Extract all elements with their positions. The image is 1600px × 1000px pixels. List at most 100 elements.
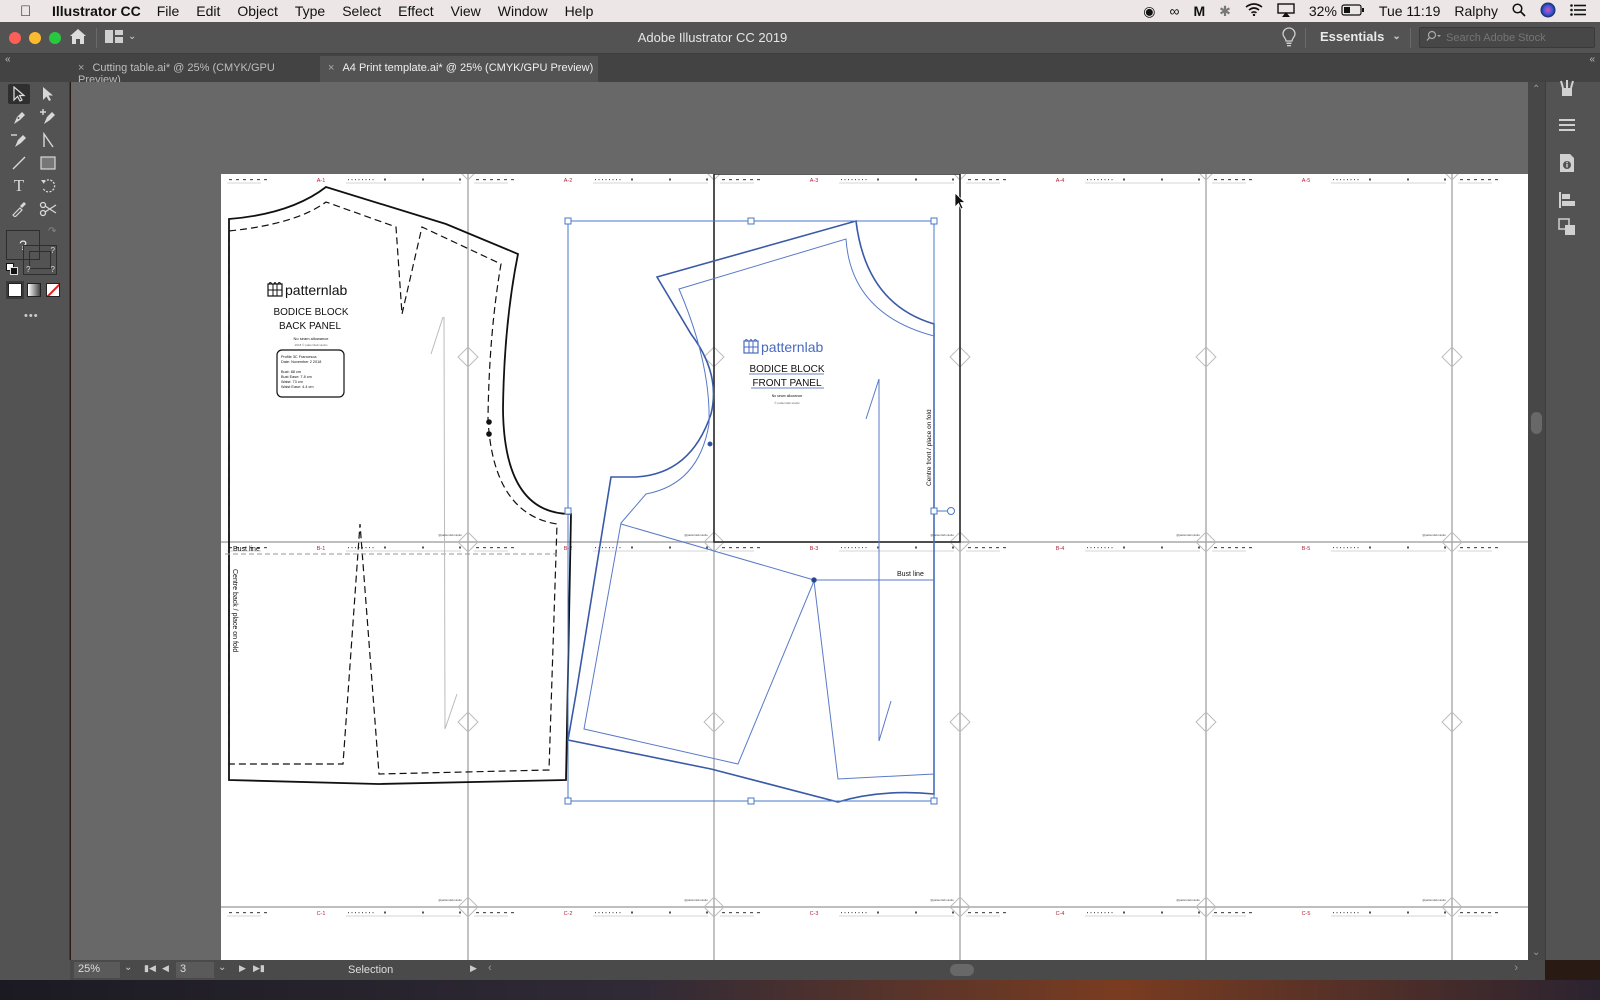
menu-object[interactable]: Object [237, 3, 277, 19]
pathfinder-panel-icon[interactable] [1554, 216, 1580, 238]
back-note: No seam allowance [294, 336, 330, 341]
delete-anchor-point-tool[interactable] [8, 130, 30, 150]
right-panel-dock [1545, 80, 1600, 960]
stroke-unknown-label: ? [50, 265, 55, 274]
wifi-icon[interactable] [1245, 3, 1263, 19]
vertical-scrollbar[interactable]: ⌃ ⌄ [1528, 82, 1545, 960]
battery-icon[interactable] [1341, 3, 1365, 19]
tools-panel: T ? ? ? ? ↷ ••• [0, 82, 70, 960]
adobe-stock-search[interactable] [1419, 27, 1595, 48]
scroll-right-icon[interactable]: › [1514, 962, 1518, 974]
stroke-unknown-label: ? [26, 265, 31, 274]
gradient-mode-button[interactable] [27, 283, 41, 297]
horizontal-scrollbar[interactable]: ‹ › [480, 960, 1528, 980]
menu-select[interactable]: Select [342, 3, 381, 19]
back-grainline [443, 316, 446, 730]
canvas-area[interactable]: A-1 A-2 A-3 A-4 A-5 B-1 B-2 B-3 B-4 B-5 C-1 C-2 C-3 C… [71, 82, 1528, 960]
status-tool-label: Selection [348, 964, 394, 976]
airplay-icon[interactable] [1277, 2, 1295, 20]
workspace-switcher[interactable]: Essentials ⌄ [1320, 29, 1401, 44]
rectangle-tool[interactable] [37, 153, 59, 173]
artboard-dropdown-icon[interactable]: ⌄ [218, 962, 226, 973]
document-info-panel-icon[interactable] [1554, 152, 1580, 174]
none-mode-button[interactable] [46, 283, 60, 297]
back-panel-stitchline [228, 201, 558, 775]
libraries-panel-icon[interactable] [1554, 77, 1580, 99]
menu-effect[interactable]: Effect [398, 3, 434, 19]
grainline-arrow [865, 378, 880, 420]
screen-record-icon[interactable]: ◉ [1143, 3, 1155, 20]
tile-ruler [1212, 178, 1446, 184]
search-input[interactable] [1446, 31, 1586, 44]
tile-page-label: B-5 [1302, 546, 1311, 552]
rotate-tool[interactable] [37, 176, 59, 196]
collapse-panels-left-icon[interactable]: « [5, 54, 11, 65]
stroke-swatch[interactable]: ? ? ? [23, 245, 57, 275]
properties-panel-icon[interactable] [1554, 114, 1580, 136]
menu-file[interactable]: File [157, 3, 180, 19]
creative-cloud-icon[interactable]: ∞ [1169, 3, 1179, 19]
stroke-unknown-label: ? [50, 246, 55, 255]
zoom-dropdown-icon[interactable]: ⌄ [124, 962, 132, 973]
clock[interactable]: Tue 11:19 [1379, 3, 1441, 19]
apple-menu-icon[interactable]:  [20, 3, 38, 20]
lightbulb-icon[interactable] [1282, 27, 1296, 52]
add-anchor-point-tool[interactable] [37, 107, 59, 127]
color-mode-button[interactable] [6, 281, 24, 299]
back-panel-pattern [225, 186, 572, 785]
pen-tool[interactable] [8, 107, 30, 127]
info-line: Bust Ease: 7.8 cm [281, 375, 312, 379]
align-panel-icon[interactable] [1554, 189, 1580, 211]
previous-artboard-button[interactable]: ◀ [162, 963, 169, 974]
next-artboard-button[interactable]: ▶ [239, 963, 246, 974]
line-segment-tool[interactable] [8, 153, 30, 173]
bluetooth-icon[interactable]: ✱ [1219, 3, 1231, 20]
scroll-thumb[interactable] [1531, 412, 1542, 434]
front-note: No seam allowance [772, 394, 803, 398]
close-tab-icon[interactable]: × [328, 62, 334, 74]
back-panel-labels: patternlab BODICE BLOCK BACK PANEL No se… [231, 282, 349, 652]
menu-type[interactable]: Type [295, 3, 325, 19]
tile-ruler [1458, 547, 1498, 552]
swap-fill-stroke-icon[interactable]: ↷ [48, 226, 56, 237]
anchor-point-tool[interactable] [37, 130, 59, 150]
scroll-thumb[interactable] [950, 964, 974, 976]
malwarebytes-icon[interactable]: M [1193, 3, 1205, 19]
patternlab-logo-icon [267, 282, 283, 297]
scissors-tool[interactable] [37, 199, 59, 219]
last-artboard-button[interactable]: ▶▮ [253, 963, 265, 974]
status-menu-button[interactable]: ▶ [470, 963, 477, 974]
tile-page-label: A-2 [564, 178, 573, 184]
edit-toolbar-button[interactable]: ••• [24, 310, 39, 322]
selection-tool[interactable] [8, 84, 30, 104]
close-tab-icon[interactable]: × [78, 62, 84, 74]
tile-ruler [720, 178, 954, 184]
scroll-left-icon[interactable]: ‹ [488, 962, 492, 974]
divider [1305, 28, 1306, 48]
menu-view[interactable]: View [451, 3, 481, 19]
user-name[interactable]: Ralphy [1454, 3, 1498, 19]
window-titlebar: ⌄ Adobe Illustrator CC 2019 Essentials ⌄ [0, 22, 1600, 54]
menu-window[interactable]: Window [498, 3, 548, 19]
siri-icon[interactable] [1540, 2, 1556, 21]
first-artboard-button[interactable]: ▮◀ [144, 963, 156, 974]
default-fill-stroke-icon[interactable] [6, 262, 18, 275]
scroll-up-icon[interactable]: ⌃ [1532, 84, 1540, 95]
collapse-panels-right-icon[interactable]: « [1589, 54, 1595, 65]
zoom-level-field[interactable]: 25% [74, 962, 120, 978]
app-menu[interactable]: Illustrator CC [52, 3, 141, 19]
scroll-down-icon[interactable]: ⌄ [1532, 947, 1540, 958]
grainline-arrow [878, 700, 892, 742]
tile-ruler [966, 911, 1200, 917]
direct-selection-tool[interactable] [37, 84, 59, 104]
type-tool[interactable]: T [8, 176, 30, 196]
eyedropper-tool[interactable] [8, 199, 30, 219]
artboard[interactable]: A-1 A-2 A-3 A-4 A-5 B-1 B-2 B-3 B-4 B-5 C-1 C-2 C-3 C… [221, 159, 1528, 960]
menu-edit[interactable]: Edit [196, 3, 220, 19]
notification-center-icon[interactable] [1570, 3, 1586, 19]
spotlight-search-icon[interactable] [1512, 2, 1526, 20]
menu-help[interactable]: Help [565, 3, 594, 19]
tab-cutting-table[interactable]: × Cutting table.ai* @ 25% (CMYK/GPU Previ… [70, 56, 318, 86]
tab-a4-print-template[interactable]: × A4 Print template.ai* @ 25% (CMYK/GPU P… [320, 56, 598, 82]
artboard-number-field[interactable]: 3 [176, 962, 214, 978]
